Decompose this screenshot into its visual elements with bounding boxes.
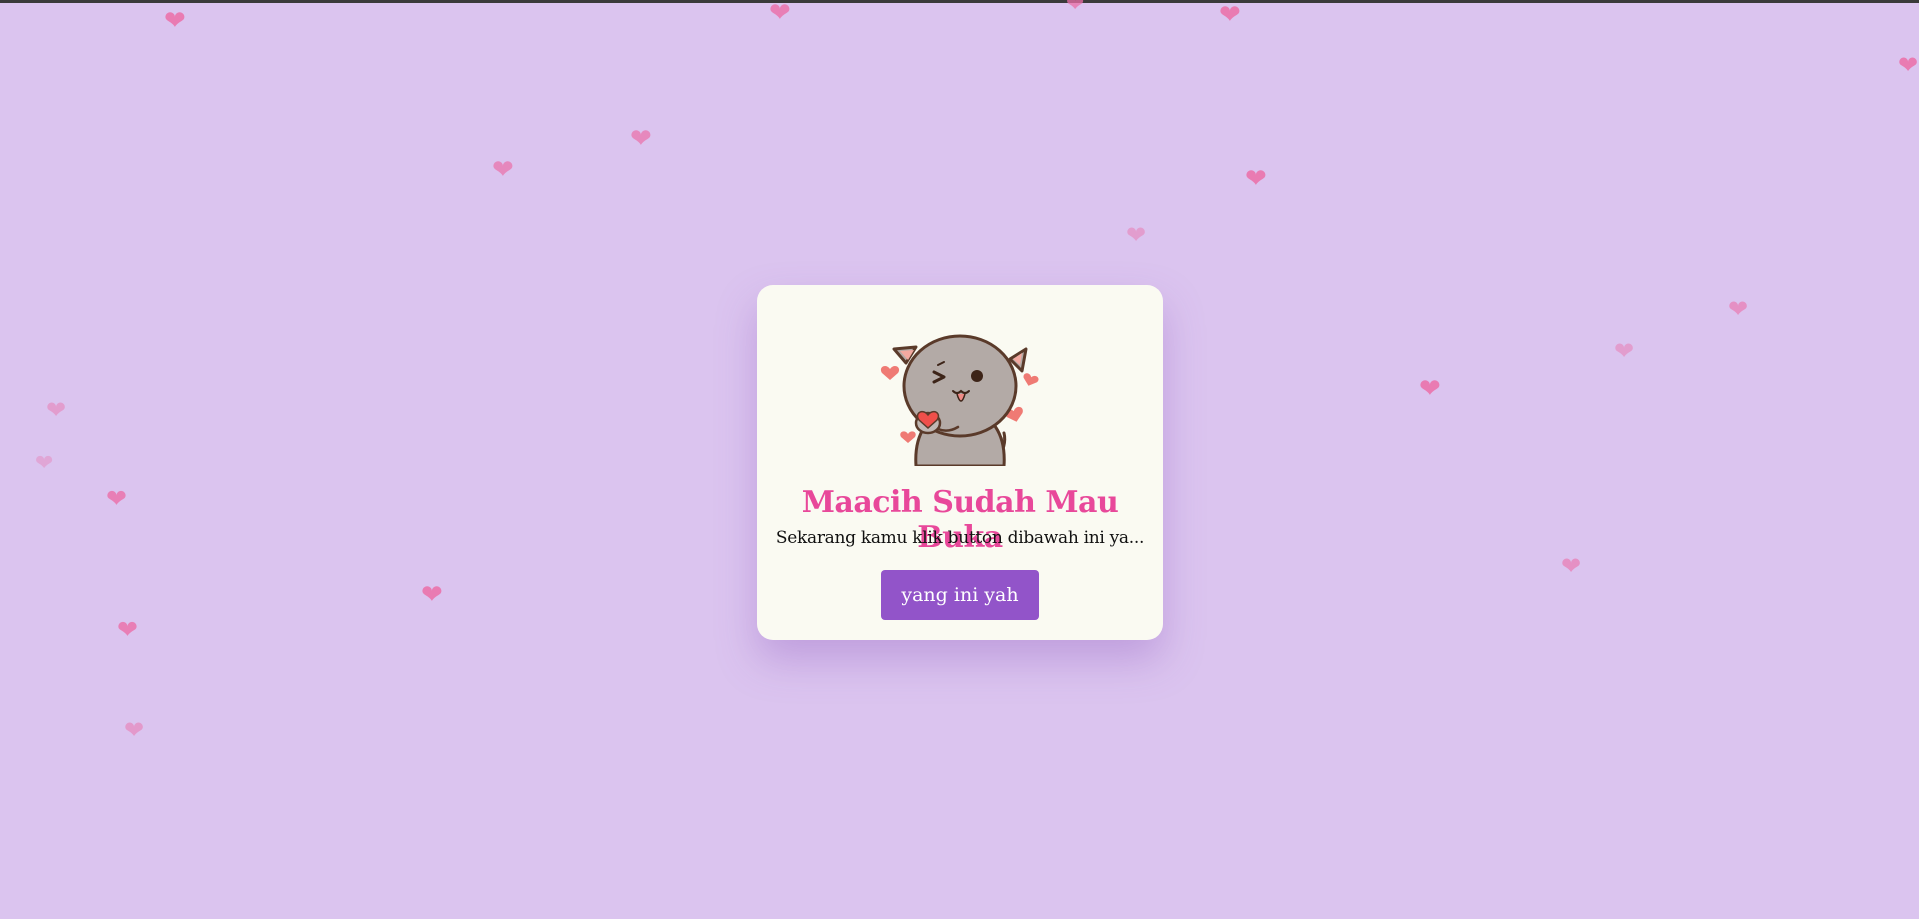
heart-icon: ❤ xyxy=(124,716,145,744)
window-top-border xyxy=(0,0,1919,3)
continue-button[interactable]: yang ini yah xyxy=(881,570,1039,620)
heart-icon: ❤ xyxy=(492,155,514,185)
cat-with-hearts-icon xyxy=(757,311,1163,466)
card-subtitle: Sekarang kamu klik button dibawah ini ya… xyxy=(775,528,1145,548)
heart-icon: ❤ xyxy=(106,484,127,513)
heart-icon: ❤ xyxy=(1561,552,1582,580)
heart-icon: ❤ xyxy=(1245,164,1267,194)
heart-icon: ❤ xyxy=(164,6,186,36)
heart-icon: ❤ xyxy=(1614,337,1635,365)
heart-icon: ❤ xyxy=(421,580,443,610)
heart-icon: ❤ xyxy=(1126,221,1147,249)
welcome-card: Maacih Sudah Mau Buka Sekarang kamu klik… xyxy=(757,285,1163,640)
heart-icon: ❤ xyxy=(630,124,652,154)
heart-icon: ❤ xyxy=(1419,374,1441,404)
heart-icon: ❤ xyxy=(117,615,138,644)
heart-icon: ❤ xyxy=(1728,295,1749,323)
heart-icon: ❤ xyxy=(46,396,67,424)
heart-icon: ❤ xyxy=(1219,0,1241,30)
heart-icon: ❤ xyxy=(35,451,54,476)
heart-icon: ❤ xyxy=(1898,51,1919,79)
heart-icon: ❤ xyxy=(769,0,791,28)
